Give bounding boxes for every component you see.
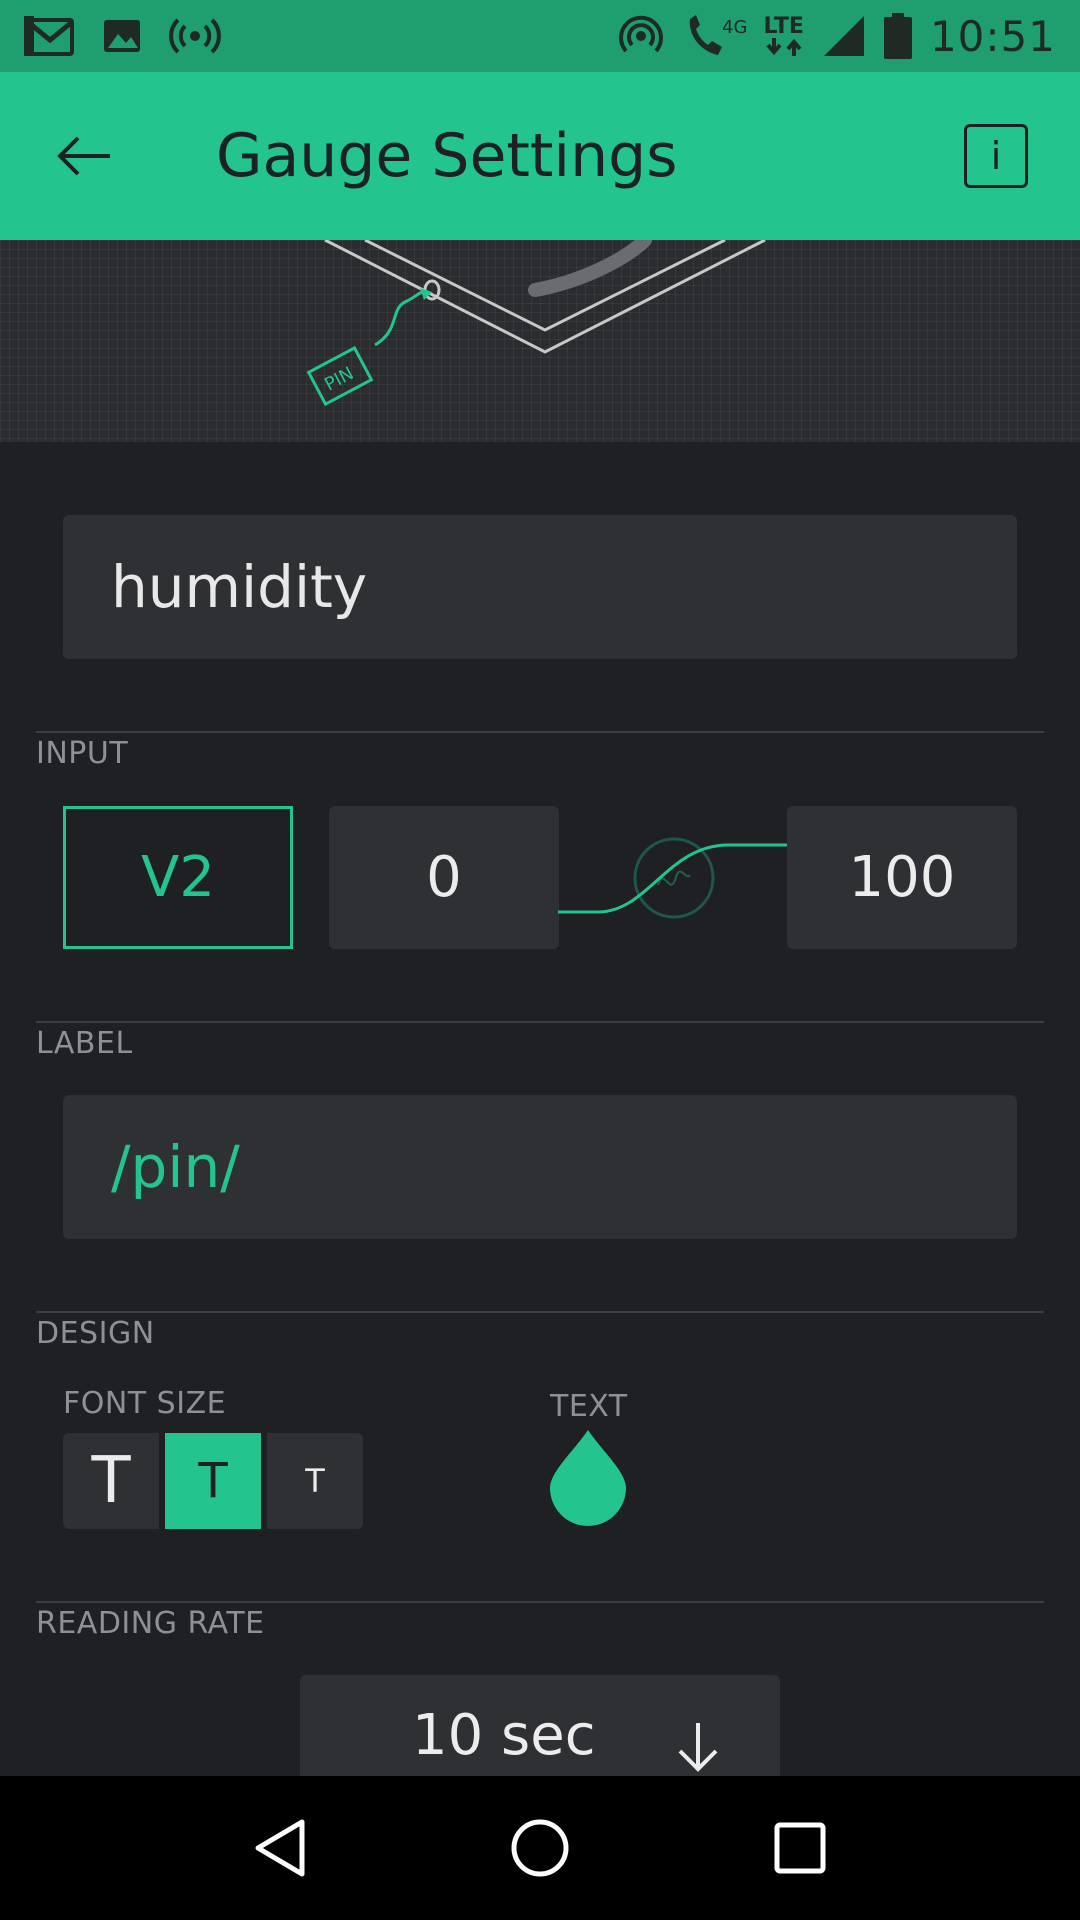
pin-value: V2 [141, 845, 215, 910]
arrow-down-icon [678, 1723, 718, 1772]
reading-rate-label: READING RATE [36, 1606, 265, 1641]
font-size-large-glyph: T [91, 1444, 131, 1518]
max-value-input[interactable]: 100 [787, 806, 1017, 949]
label-section-label: LABEL [36, 1026, 133, 1061]
font-size-medium-glyph: T [198, 1453, 228, 1509]
lte-label: LTE [763, 14, 804, 39]
wifi-calling-icon: 4G [682, 13, 746, 59]
network-type-label: 4G [722, 17, 746, 38]
mapping-curve-icon [558, 837, 788, 919]
label-value: /pin/ [111, 1133, 240, 1201]
clock: 10:51 [929, 11, 1056, 61]
input-section-label: INPUT [36, 736, 129, 771]
hotspot-icon [618, 13, 664, 59]
max-value: 100 [848, 845, 956, 910]
nav-home-button[interactable] [492, 1800, 588, 1896]
divider [36, 1311, 1044, 1313]
widget-illustration: PIN [0, 240, 1080, 442]
design-section-label: DESIGN [36, 1316, 155, 1351]
nav-back-button[interactable] [232, 1800, 328, 1896]
font-size-small-button[interactable]: T [267, 1433, 363, 1529]
text-color-picker[interactable] [548, 1428, 628, 1528]
reading-rate-value: 10 sec [412, 1703, 596, 1768]
font-size-label: FONT SIZE [63, 1386, 227, 1421]
lte-indicator: LTE [764, 16, 804, 56]
arrow-left-icon [57, 136, 110, 176]
broadcast-icon [168, 16, 222, 56]
min-value: 0 [426, 845, 462, 910]
system-navigation-bar [0, 1776, 1080, 1920]
divider [36, 731, 1044, 733]
font-size-selector: T T T [63, 1433, 363, 1529]
min-value-input[interactable]: 0 [329, 806, 559, 949]
text-color-label: TEXT [550, 1389, 628, 1424]
signal-icon [822, 14, 866, 58]
page-title: Gauge Settings [216, 121, 678, 191]
divider [36, 1601, 1044, 1603]
pin-selector[interactable]: V2 [63, 806, 293, 949]
gmail-icon [24, 14, 76, 58]
status-bar: 4G LTE 10:51 [0, 0, 1080, 72]
gauge-device-illustration: PIN [306, 240, 766, 407]
label-input[interactable]: /pin/ [63, 1095, 1017, 1239]
widget-name-input[interactable]: humidity [63, 515, 1017, 659]
nav-recents-button[interactable] [752, 1800, 848, 1896]
widget-name-value: humidity [111, 553, 368, 621]
circle-home-icon [511, 1819, 569, 1877]
image-icon [102, 16, 142, 56]
triangle-back-icon [255, 1819, 305, 1877]
square-recents-icon [774, 1822, 826, 1874]
font-size-large-button[interactable]: T [63, 1433, 159, 1529]
app-bar: Gauge Settings i [0, 72, 1080, 240]
font-size-medium-button[interactable]: T [165, 1433, 261, 1529]
droplet-icon [550, 1430, 626, 1526]
battery-icon [883, 13, 912, 59]
info-button[interactable]: i [964, 124, 1028, 188]
font-size-small-glyph: T [305, 1462, 325, 1500]
divider [36, 1021, 1044, 1023]
back-button[interactable] [0, 72, 168, 240]
